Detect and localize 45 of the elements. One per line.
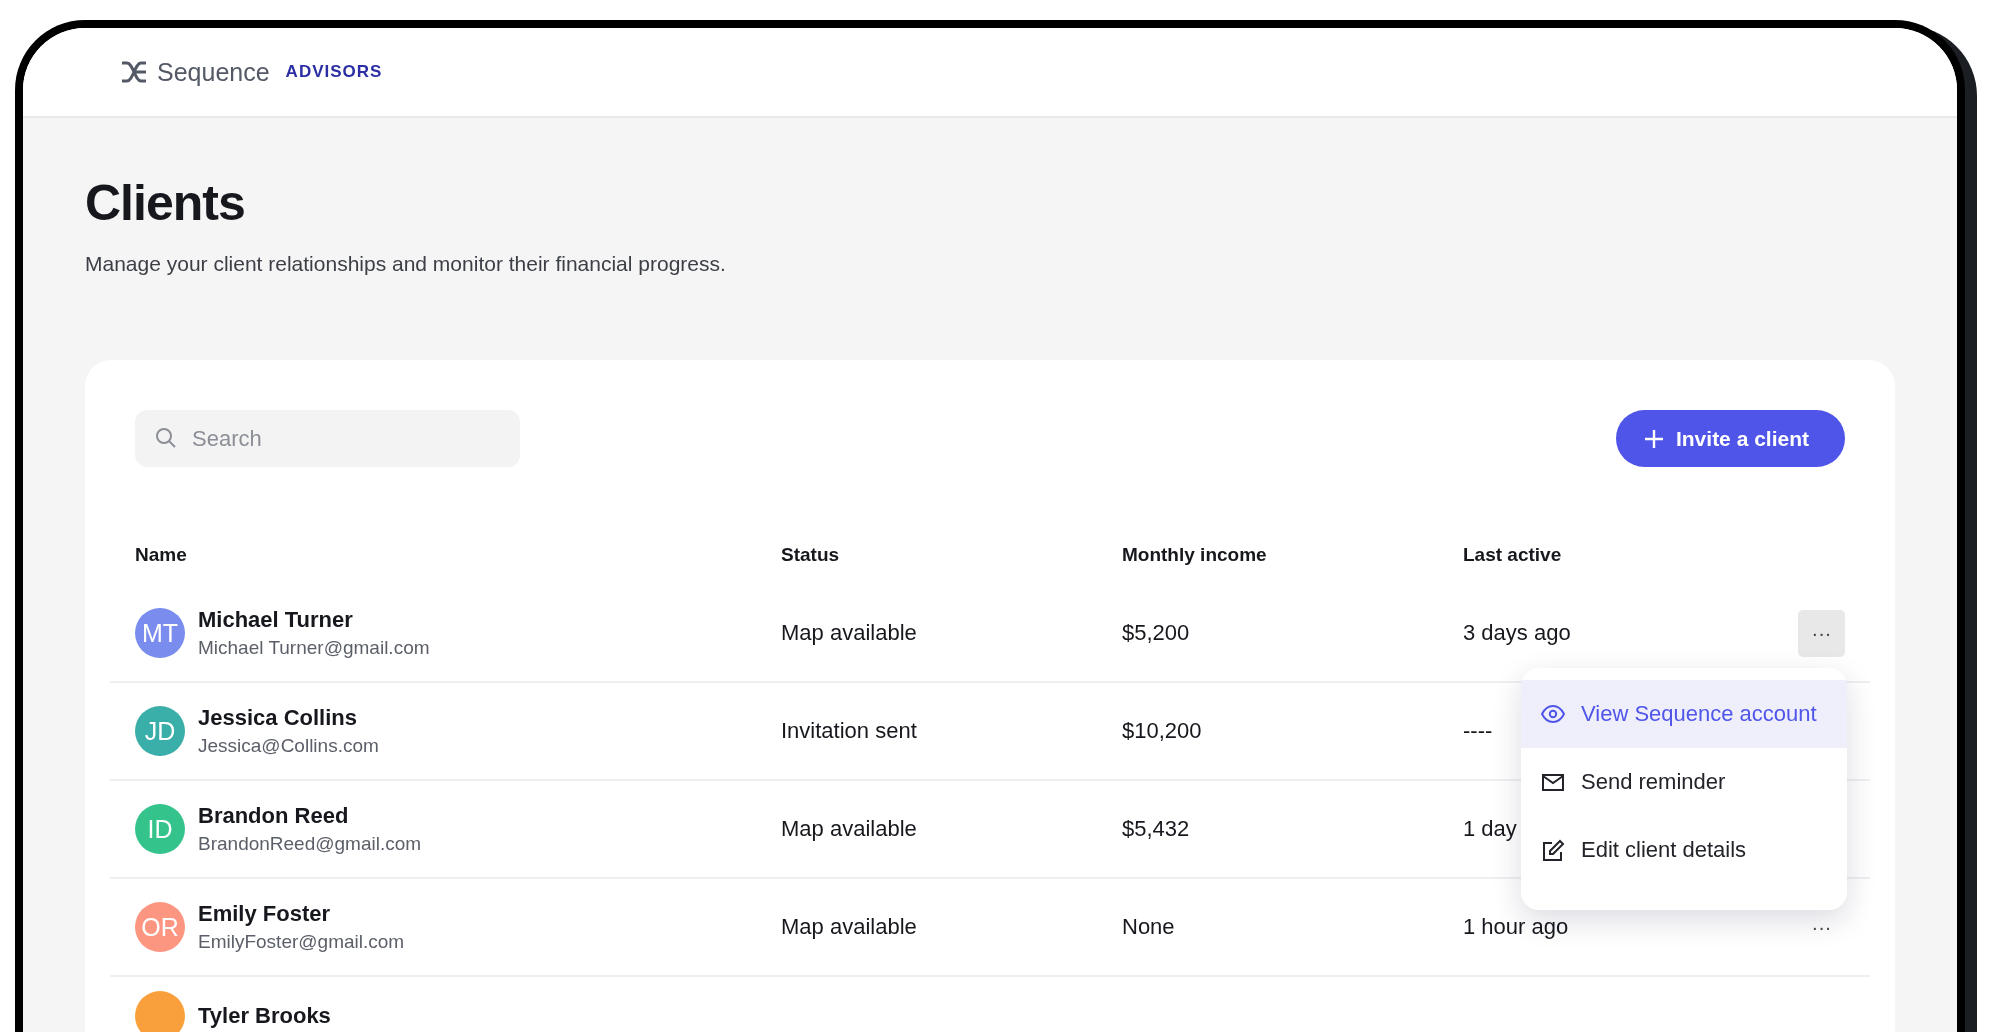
menu-item[interactable]: Edit client details bbox=[1521, 815, 1847, 884]
column-header: Name bbox=[135, 544, 188, 566]
income-text: None bbox=[1122, 914, 1176, 940]
page-subtitle: Manage your client relationships and monitor their financial progress. bbox=[85, 252, 727, 276]
income-text: $10,200 bbox=[1122, 718, 1203, 744]
status-text: Map available bbox=[781, 816, 918, 842]
edit-icon bbox=[1541, 838, 1565, 861]
search-field[interactable]: Search bbox=[135, 410, 520, 467]
client-email: BrandonReed@gmail.com bbox=[198, 833, 422, 855]
search-icon bbox=[155, 427, 177, 449]
client-email: EmilyFoster@gmail.com bbox=[198, 931, 405, 953]
client-name: Emily Foster bbox=[198, 901, 332, 927]
income-text: $5,200 bbox=[1122, 620, 1191, 646]
avatar: JD bbox=[135, 706, 185, 756]
income-text: $5,432 bbox=[1122, 816, 1191, 842]
menu-item[interactable]: View Sequence account bbox=[1521, 679, 1847, 748]
client-name: Tyler Brooks bbox=[198, 1003, 331, 1029]
status-text: Map available bbox=[781, 620, 918, 646]
last-active-text: 1 hour ago bbox=[1463, 914, 1570, 940]
avatar: ID bbox=[135, 804, 185, 854]
avatar: OR bbox=[135, 902, 185, 952]
column-header: Last active bbox=[1463, 544, 1563, 566]
client-email: Jessica@Collins.com bbox=[198, 735, 379, 757]
client-name: Michael Turner bbox=[198, 607, 354, 633]
status-text: Map available bbox=[781, 914, 918, 940]
page-title: Clients bbox=[85, 174, 246, 232]
logo-icon bbox=[121, 60, 147, 84]
more-button[interactable]: ··· bbox=[1798, 903, 1845, 951]
menu-item[interactable]: Send reminder bbox=[1521, 747, 1847, 816]
avatar: MT bbox=[135, 608, 185, 658]
eye-icon bbox=[1541, 702, 1565, 725]
last-active-text: ---- bbox=[1463, 718, 1494, 744]
client-email: Michael Turner@gmail.com bbox=[198, 637, 430, 659]
plus-icon bbox=[1643, 428, 1664, 449]
column-header: Status bbox=[781, 544, 841, 566]
product-label: ADVISORS bbox=[285, 62, 383, 82]
column-header: Monthly income bbox=[1122, 544, 1268, 566]
client-name: Brandon Reed bbox=[198, 803, 350, 829]
invite-button[interactable]: Invite a client bbox=[1615, 410, 1845, 467]
last-active-text: 3 days ago bbox=[1463, 620, 1572, 646]
brand-name: Sequence bbox=[157, 57, 270, 87]
last-active-text: 1 day bbox=[1463, 816, 1518, 842]
client-name: Jessica Collins bbox=[198, 705, 358, 731]
more-button[interactable]: ··· bbox=[1798, 609, 1845, 657]
status-text: Invitation sent bbox=[781, 718, 918, 744]
